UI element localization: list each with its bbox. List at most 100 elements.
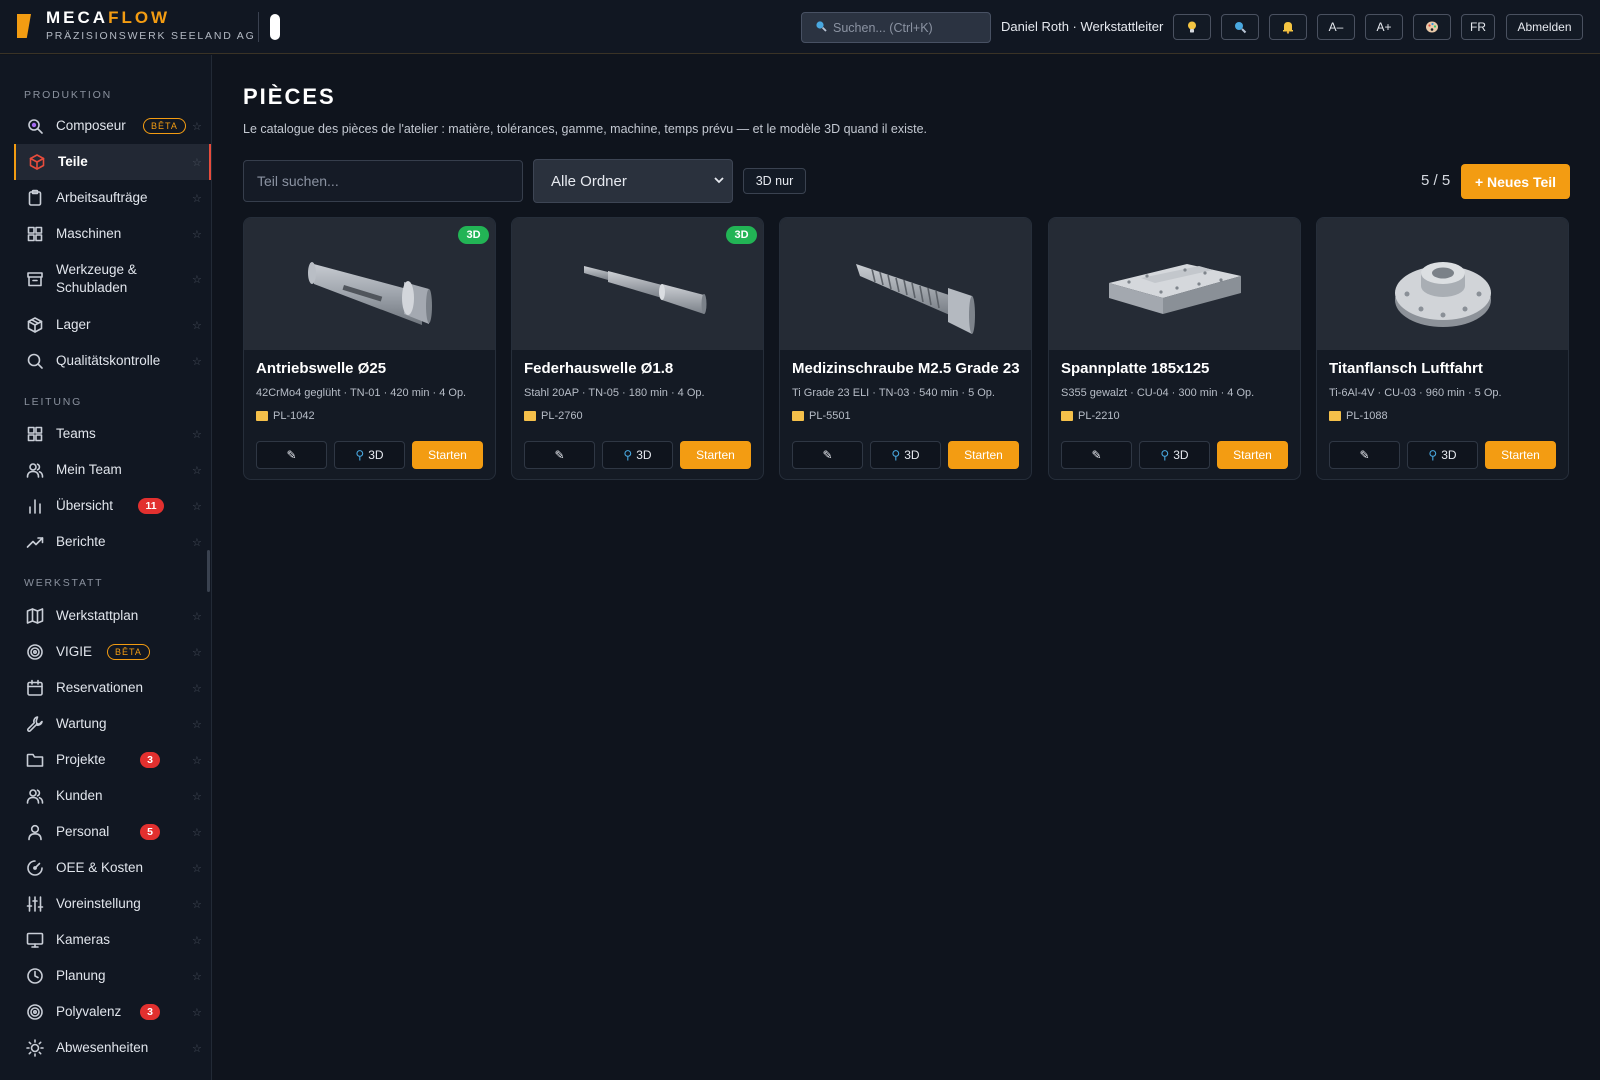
count-badge: 5 [140, 824, 160, 840]
favorite-star-icon[interactable]: ☆ [192, 790, 202, 803]
sidebar-item-kunden[interactable]: Kunden ☆ [14, 778, 211, 814]
font-smaller-button[interactable]: A– [1317, 14, 1355, 40]
favorite-star-icon[interactable]: ☆ [192, 428, 202, 441]
view-3d-button[interactable]: ⚲ 3D [870, 441, 941, 469]
sidebar-item-abwesenheiten[interactable]: Abwesenheiten ☆ [14, 1030, 211, 1066]
part-card[interactable]: Medizinschraube M2.5 Grade 23 Ti Grade 2… [779, 217, 1032, 480]
sidebar-item-teile[interactable]: Teile ☆ [14, 144, 211, 180]
language-button[interactable]: FR [1461, 14, 1495, 40]
favorite-star-icon[interactable]: ☆ [192, 464, 202, 477]
logout-button[interactable]: Abmelden [1506, 14, 1583, 40]
start-part-button[interactable]: Starten [1217, 441, 1288, 469]
edit-part-button[interactable]: ✎ [1061, 441, 1132, 469]
part-thumbnail[interactable] [1049, 218, 1300, 350]
map-icon [26, 607, 44, 625]
edit-part-button[interactable]: ✎ [792, 441, 863, 469]
start-part-button[interactable]: Starten [1485, 441, 1556, 469]
part-thumbnail[interactable] [780, 218, 1031, 350]
sidebar-item-arbeitsauftraege[interactable]: Arbeitsaufträge ☆ [14, 180, 211, 216]
favorite-star-icon[interactable]: ☆ [192, 646, 202, 659]
sidebar-item-teams[interactable]: Teams ☆ [14, 416, 211, 452]
plate-model-icon [1109, 264, 1241, 314]
start-part-button[interactable]: Starten [948, 441, 1019, 469]
tips-button[interactable] [1173, 14, 1211, 40]
favorite-star-icon[interactable]: ☆ [192, 500, 202, 513]
view-3d-button[interactable]: ⚲ 3D [602, 441, 673, 469]
theme-button[interactable] [1413, 14, 1451, 40]
lightbulb-icon [1188, 21, 1196, 33]
part-card[interactable]: Titanflansch Luftfahrt Ti-6Al-4V · CU-03… [1316, 217, 1569, 480]
part-folder-label: PL-2760 [541, 410, 583, 422]
favorite-star-icon[interactable]: ☆ [192, 970, 202, 983]
sidebar-item-uebersicht[interactable]: Übersicht 11 ☆ [14, 488, 211, 524]
edit-part-button[interactable]: ✎ [1329, 441, 1400, 469]
global-search-input[interactable]: Suchen... (Ctrl+K) [801, 12, 991, 43]
sidebar-item-label: Qualitätskontrolle [56, 353, 161, 369]
sidebar-item-qualitaetskontrolle[interactable]: Qualitätskontrolle ☆ [14, 343, 211, 379]
part-title: Titanflansch Luftfahrt [1329, 360, 1483, 377]
sidebar-item-kameras[interactable]: Kameras ☆ [14, 922, 211, 958]
search-button[interactable] [1221, 14, 1259, 40]
sidebar-item-polyvalenz[interactable]: Polyvalenz 3 ☆ [14, 994, 211, 1030]
sidebar-item-composeur[interactable]: Composeur BÊTA ☆ [14, 108, 211, 144]
part-card[interactable]: 3D Antriebswelle Ø25 42CrMo4 geglüht · T… [243, 217, 496, 480]
favorite-star-icon[interactable]: ☆ [192, 862, 202, 875]
part-card[interactable]: Spannplatte 185x125 S355 gewalzt · CU-04… [1048, 217, 1301, 480]
calendar-icon [26, 679, 44, 697]
sidebar-item-wartung[interactable]: Wartung ☆ [14, 706, 211, 742]
sidebar-item-werkzeuge[interactable]: Werkzeuge & Schubladen ☆ [14, 252, 211, 306]
sidebar-item-lager[interactable]: Lager ☆ [14, 307, 211, 343]
sidebar-scrollbar[interactable] [207, 550, 210, 592]
sidebar-item-maschinen[interactable]: Maschinen ☆ [14, 216, 211, 252]
notifications-button[interactable] [1269, 14, 1307, 40]
favorite-star-icon[interactable]: ☆ [192, 934, 202, 947]
favorite-star-icon[interactable]: ☆ [192, 754, 202, 767]
favorite-star-icon[interactable]: ☆ [192, 192, 202, 205]
magnifier-icon [1235, 22, 1247, 34]
part-search-input[interactable] [243, 160, 523, 202]
part-thumbnail[interactable] [1317, 218, 1568, 350]
filter-3d-only-button[interactable]: 3D nur [743, 168, 806, 194]
sidebar-item-oee-kosten[interactable]: OEE & Kosten ☆ [14, 850, 211, 886]
font-larger-button[interactable]: A+ [1365, 14, 1403, 40]
favorite-star-icon[interactable]: ☆ [192, 355, 202, 368]
sidebar-toggle[interactable] [270, 14, 280, 40]
favorite-star-icon[interactable]: ☆ [192, 156, 202, 169]
folder-select[interactable]: Alle Ordner [533, 159, 733, 203]
sidebar-item-reservationen[interactable]: Reservationen ☆ [14, 670, 211, 706]
edit-part-button[interactable]: ✎ [256, 441, 327, 469]
sidebar-item-werkstattplan[interactable]: Werkstattplan ☆ [14, 598, 211, 634]
favorite-star-icon[interactable]: ☆ [192, 228, 202, 241]
part-card[interactable]: 3D Federhauswelle Ø1.8 Stahl 20AP · TN-0… [511, 217, 764, 480]
view-3d-button[interactable]: ⚲ 3D [1407, 441, 1478, 469]
sidebar-item-projekte[interactable]: Projekte 3 ☆ [14, 742, 211, 778]
favorite-star-icon[interactable]: ☆ [192, 682, 202, 695]
edit-part-button[interactable]: ✎ [524, 441, 595, 469]
folder-icon [1329, 411, 1341, 421]
sidebar-item-vigie[interactable]: VIGIE BÊTA ☆ [14, 634, 211, 670]
part-thumbnail[interactable]: 3D [512, 218, 763, 350]
view-3d-button[interactable]: ⚲ 3D [1139, 441, 1210, 469]
favorite-star-icon[interactable]: ☆ [192, 1006, 202, 1019]
part-folder: PL-5501 [792, 410, 851, 422]
sidebar-item-voreinstellung[interactable]: Voreinstellung ☆ [14, 886, 211, 922]
start-part-button[interactable]: Starten [680, 441, 751, 469]
new-part-button[interactable]: + Neues Teil [1461, 164, 1570, 199]
favorite-star-icon[interactable]: ☆ [192, 718, 202, 731]
favorite-star-icon[interactable]: ☆ [192, 319, 202, 332]
favorite-star-icon[interactable]: ☆ [192, 273, 202, 286]
sidebar-item-planung[interactable]: Planung ☆ [14, 958, 211, 994]
favorite-star-icon[interactable]: ☆ [192, 610, 202, 623]
favorite-star-icon[interactable]: ☆ [192, 826, 202, 839]
sidebar-item-personal[interactable]: Personal 5 ☆ [14, 814, 211, 850]
favorite-star-icon[interactable]: ☆ [192, 1042, 202, 1055]
view-3d-button[interactable]: ⚲ 3D [334, 441, 405, 469]
sidebar-item-mein-team[interactable]: Mein Team ☆ [14, 452, 211, 488]
favorite-star-icon[interactable]: ☆ [192, 120, 202, 133]
favorite-star-icon[interactable]: ☆ [192, 898, 202, 911]
sidebar-item-berichte[interactable]: Berichte ☆ [14, 524, 211, 560]
favorite-star-icon[interactable]: ☆ [192, 536, 202, 549]
part-thumbnail[interactable]: 3D [244, 218, 495, 350]
start-part-button[interactable]: Starten [412, 441, 483, 469]
search-icon [815, 20, 827, 35]
